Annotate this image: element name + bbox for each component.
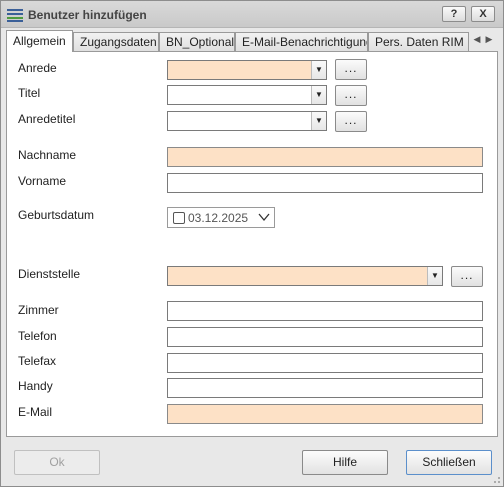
title-bar[interactable]: Benutzer hinzufügen ? X [1,1,503,28]
anredetitel-label: Anredetitel [18,112,76,126]
geburtsdatum-value: 03.12.2025 [188,211,249,225]
ok-button[interactable]: Ok [14,450,100,475]
nachname-label: Nachname [18,148,77,162]
resize-grip-icon[interactable] [491,474,501,484]
chevron-down-icon[interactable]: ▼ [427,267,442,285]
dienststelle-label: Dienststelle [18,267,81,281]
geburtsdatum-label: Geburtsdatum [18,208,95,222]
email-field[interactable] [167,404,483,424]
hilfe-button[interactable]: Hilfe [302,450,388,475]
zimmer-label: Zimmer [18,303,59,317]
telefon-label: Telefon [18,329,57,343]
telefax-field[interactable] [167,353,483,373]
titel-combo[interactable]: ▼ [167,85,327,105]
titel-label: Titel [18,86,41,100]
zimmer-field[interactable] [167,301,483,321]
list-icon [7,9,23,22]
anredetitel-combo[interactable]: ▼ [167,111,327,131]
anrede-browse-button[interactable]: ... [335,59,367,80]
dienststelle-browse-button[interactable]: ... [451,266,483,287]
chevron-down-icon[interactable]: ▼ [311,86,326,104]
geburtsdatum-checkbox[interactable] [173,212,185,224]
window-title: Benutzer hinzufügen [28,8,147,22]
close-title-button[interactable]: X [471,6,495,22]
geburtsdatum-picker[interactable]: 03.12.2025 [167,207,275,228]
email-label: E-Mail [18,405,53,419]
tab-allgemein[interactable]: Allgemein [6,30,73,52]
nachname-field[interactable] [167,147,483,167]
tab-bn-optional[interactable]: BN_Optional [159,32,235,51]
anrede-label: Anrede [18,61,57,75]
tab-strip: Allgemein Zugangsdaten BN_Optional E-Mai… [6,30,498,52]
handy-field[interactable] [167,378,483,398]
triangle-right-icon[interactable]: ▶ [484,33,494,45]
vorname-field[interactable] [167,173,483,193]
tab-pers-daten-rim[interactable]: Pers. Daten RIM [368,32,469,51]
dienststelle-combo[interactable]: ▼ [167,266,443,286]
tab-email-benachrichtigung[interactable]: E-Mail-Benachrichtigung [235,32,368,51]
chevron-down-icon[interactable] [258,211,270,223]
tab-zugangsdaten[interactable]: Zugangsdaten [73,32,159,51]
triangle-left-icon[interactable]: ◀ [472,33,482,45]
anredetitel-browse-button[interactable]: ... [335,111,367,132]
telefax-label: Telefax [18,354,57,368]
dialog-window: Benutzer hinzufügen ? X Allgemein Zugang… [0,0,504,487]
telefon-field[interactable] [167,327,483,347]
titel-browse-button[interactable]: ... [335,85,367,106]
anrede-combo[interactable]: ▼ [167,60,327,80]
handy-label: Handy [18,379,53,393]
help-title-button[interactable]: ? [442,6,466,22]
chevron-down-icon[interactable]: ▼ [311,112,326,130]
vorname-label: Vorname [18,174,67,188]
chevron-down-icon[interactable]: ▼ [311,61,326,79]
schliessen-button[interactable]: Schließen [406,450,492,475]
tab-panel-allgemein: Anrede ▼ ... Titel ▼ ... Anredetitel ▼ .… [6,51,498,437]
